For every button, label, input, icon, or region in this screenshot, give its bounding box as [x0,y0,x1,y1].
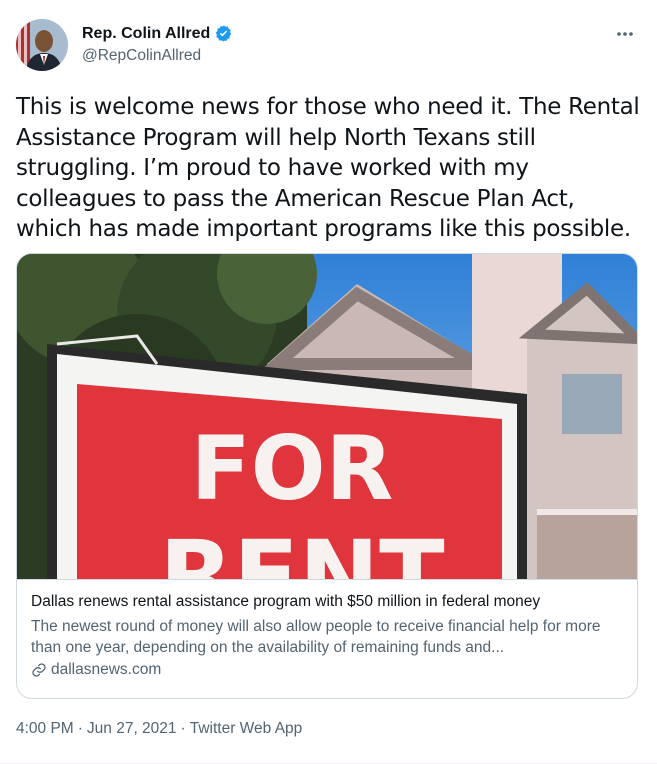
card-body[interactable]: Dallas renews rental assistance program … [17,579,637,698]
tweet-date[interactable]: Jun 27, 2021 [87,720,177,738]
more-horizontal-icon [617,32,633,36]
author-info[interactable]: Rep. Colin Allred @RepColinAllred [82,24,233,65]
link-icon [31,662,47,678]
avatar-image [16,19,68,71]
sign-text-for: FOR [191,417,394,520]
tweet-source[interactable]: Twitter Web App [190,720,303,738]
tweet-time[interactable]: 4:00 PM [16,720,74,738]
card-title: Dallas renews rental assistance program … [31,593,541,610]
tweet-text: This is welcome news for those who need … [16,94,640,243]
card-domain-text: dallasnews.com [51,661,162,678]
display-name[interactable]: Rep. Colin Allred [82,25,210,43]
link-card[interactable]: FOR RENT Dallas renews rental assistance… [16,253,638,699]
verified-badge-icon [214,24,233,43]
card-description: The newest round of money will also allo… [31,618,601,656]
card-image[interactable]: FOR RENT [17,254,637,579]
more-options-button[interactable] [613,24,637,44]
sign-text-rent: RENT [159,520,444,579]
tweet: Rep. Colin Allred @RepColinAllred This i… [0,0,657,764]
meta-separator: · [77,720,83,737]
handle[interactable]: @RepColinAllred [82,47,233,65]
meta-separator-2: · [180,720,186,737]
card-domain: dallasnews.com [31,661,623,679]
tweet-meta: 4:00 PM · Jun 27, 2021 · Twitter Web App [16,720,302,738]
display-name-row: Rep. Colin Allred [82,24,233,43]
avatar[interactable] [16,19,68,71]
